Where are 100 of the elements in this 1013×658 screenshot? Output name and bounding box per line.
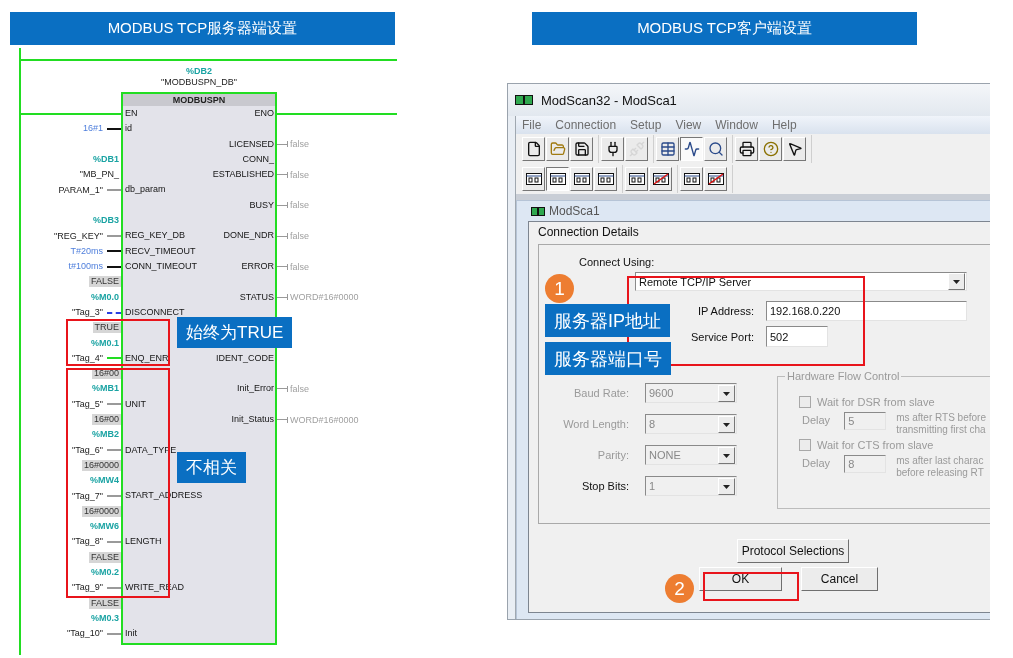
input-pin-label: db_param [125, 183, 166, 197]
tag-name: "Tag_4" [71, 352, 104, 364]
output-value: false [290, 200, 309, 211]
output-connector [277, 233, 288, 239]
toolbar-button[interactable] [680, 137, 703, 161]
tag-name: "Tag_9" [71, 582, 104, 594]
tag-name: "Tag_10" [66, 628, 104, 640]
dialog-title: Connection Details [538, 225, 640, 239]
input-pin-label: EN [125, 107, 138, 120]
cursor-icon [786, 141, 803, 157]
operand-value: 16#00 [91, 414, 121, 426]
input-pin-label: Init [125, 627, 137, 641]
menu-item[interactable]: Window [715, 118, 758, 132]
operand-address: %M0.1 [90, 337, 120, 349]
output-connector [277, 141, 288, 148]
instance-address: %DB2 [186, 66, 212, 77]
input-pin-label: ENQ_ENR [125, 351, 169, 365]
output-value: false [290, 384, 309, 394]
folder-icon [549, 141, 566, 157]
input-pin-label: DISCONNECT [125, 305, 185, 319]
output-pin-label: ERROR [241, 259, 274, 273]
caret-icon [718, 477, 735, 495]
instance-name: "MODBUSPN_DB" [161, 77, 237, 88]
protocol-selections-button[interactable]: Protocol Selections [737, 539, 849, 563]
menu-item[interactable]: Setup [630, 118, 662, 132]
checkbox-label: Wait for DSR from slave [817, 396, 935, 408]
output-pin-label: Init_Status [231, 412, 274, 426]
constant-value: t#100ms [67, 261, 104, 273]
input-pin-label: REG_KEY_DB [125, 229, 186, 243]
help-icon [762, 141, 779, 157]
operand-value: FALSE [89, 597, 121, 609]
operand-address: %MB2 [91, 429, 120, 441]
operand-address: %DB1 [92, 154, 120, 166]
output-value: false [290, 139, 309, 150]
operand-address: %M0.2 [90, 567, 120, 579]
small-table-icon [525, 173, 542, 185]
crossed-table-icon [652, 173, 669, 185]
note-label: 不相关 [177, 452, 246, 483]
field-hint: ms after RTS before transmitting first cha [896, 412, 986, 436]
menu-item[interactable]: Help [771, 118, 797, 132]
section-heading: MODBUS TCP服务器端设置 [10, 12, 395, 45]
operand-value: TRUE [92, 322, 121, 334]
operand-value: FALSE [89, 276, 121, 288]
ok-button[interactable]: OK [699, 567, 782, 591]
section-heading: MODBUS TCP客户端设置 [532, 12, 917, 45]
ip-address-field[interactable]: 192.168.0.220 [766, 301, 967, 321]
callout-label: 服务器端口号 [545, 342, 671, 375]
menu-item[interactable]: View [675, 118, 702, 132]
field-label: Baud Rate: [572, 387, 629, 399]
operand-address: %M0.3 [90, 612, 120, 624]
output-connector [277, 171, 288, 178]
tag-name: PARAM_1" [57, 184, 104, 196]
note-label: 始终为TRUE [177, 317, 293, 348]
operand-address: %MW6 [89, 521, 120, 533]
field-label: Service Port: [690, 330, 754, 343]
tag-name: "MB_PN_ [78, 169, 120, 181]
window-title: ModScan32 - ModSca1 [541, 92, 677, 108]
toolbar-button[interactable] [546, 167, 569, 191]
output-value: false [290, 231, 309, 241]
operand-address: %MW4 [89, 475, 120, 487]
tag-name: "Tag_3" [71, 307, 104, 318]
output-connector [277, 294, 288, 301]
cancel-button[interactable]: Cancel [801, 567, 878, 591]
tag-name: "Tag_7" [71, 490, 104, 502]
operand-value: FALSE [89, 551, 121, 563]
tag-name: "Tag_5" [71, 398, 104, 410]
output-pin-label: BUSY [249, 198, 274, 212]
table-icon [659, 141, 676, 157]
output-pin-label: STATUS [239, 290, 274, 304]
output-value: false [290, 169, 309, 180]
caret-icon [718, 415, 735, 433]
field-label: Word Length: [562, 418, 629, 430]
block-title: MODBUSPN [123, 94, 275, 106]
caret-icon [718, 446, 735, 464]
menu-item[interactable]: File [522, 118, 542, 132]
input-pin-label: UNIT [125, 397, 146, 411]
tag-name: "REG_KEY" [53, 230, 104, 242]
operand-value: 16#0000 [81, 459, 121, 471]
operand-address: %DB3 [92, 215, 120, 227]
line-chart-icon [683, 141, 700, 157]
output-connector [277, 416, 288, 423]
small-table-icon [549, 173, 566, 185]
tag-name: "Tag_8" [71, 536, 104, 548]
output-pin-label: ENO [254, 107, 274, 120]
connect-using-dropdown[interactable]: Remote TCP/IP Server [635, 272, 967, 291]
output-pin-label: DONE_NDR [223, 229, 274, 243]
output-pin-label: CONN_ ESTABLISHED [212, 152, 274, 182]
constant-value: T#20ms [69, 245, 104, 257]
input-pin-label: CONN_TIMEOUT [125, 259, 197, 273]
callout-label: 服务器IP地址 [545, 304, 670, 337]
constant-value: 16#1 [81, 123, 104, 135]
operand-value: 16#0000 [81, 505, 121, 517]
field-label: Connect Using: [579, 256, 655, 268]
service-port-field[interactable]: 502 [766, 326, 828, 347]
output-pin-label: IDENT_CODE [216, 351, 274, 365]
operand-address: %MB1 [91, 383, 120, 395]
caret-icon [948, 273, 965, 290]
crossed-table-icon [707, 173, 724, 185]
output-value: WORD#16#0000 [290, 414, 359, 425]
menu-item[interactable]: Connection [555, 118, 617, 132]
